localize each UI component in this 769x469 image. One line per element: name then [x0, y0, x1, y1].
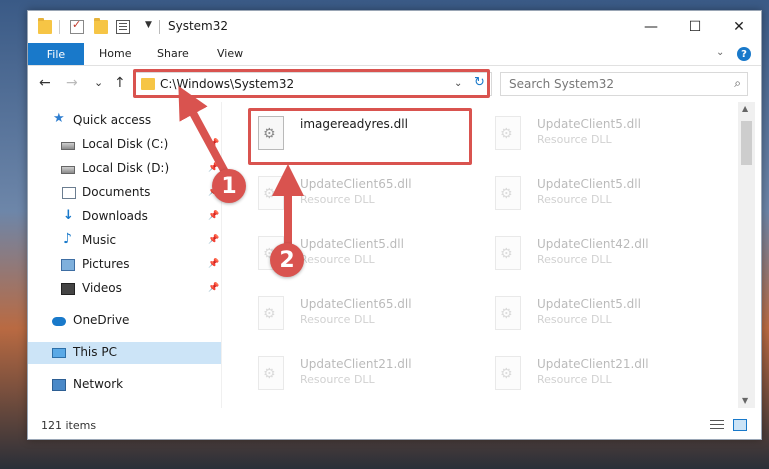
- step-1-badge: 1: [212, 169, 246, 203]
- annotation-arrows: [178, 85, 304, 248]
- step-2-badge: 2: [270, 243, 304, 277]
- arrow-to-address-bar: [178, 85, 229, 174]
